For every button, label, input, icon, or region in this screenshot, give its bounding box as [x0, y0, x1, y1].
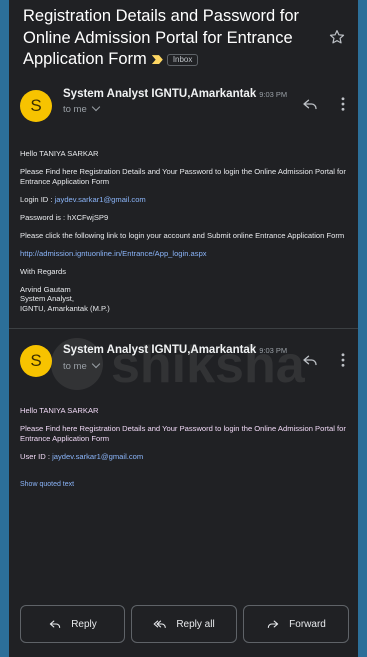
- email-subject: Registration Details and Password for On…: [23, 6, 323, 71]
- sender-row: System Analyst IGNTU,Amarkantak 9:03 PM: [63, 88, 287, 100]
- reply-all-icon: [153, 620, 167, 629]
- user-id-line: User ID : jaydev.sarkar1@gmail.com: [20, 452, 350, 462]
- recipient-text: to me: [63, 361, 87, 372]
- inbox-label[interactable]: Inbox: [166, 53, 199, 66]
- recipient-text: to me: [63, 104, 87, 115]
- intro-text: Please Find here Registration Details an…: [20, 167, 346, 186]
- forward-label: Forward: [289, 618, 326, 630]
- sender-row: System Analyst IGNTU,Amarkantak 9:03 PM: [63, 344, 287, 356]
- sender-name[interactable]: System Analyst IGNTU,Amarkantak: [63, 344, 256, 356]
- signature: Arvind Gautam System Analyst, IGNTU, Ama…: [20, 285, 350, 314]
- login-id-label: Login ID :: [20, 194, 55, 204]
- message-body: Hello TANIYA SARKAR Please Find here Reg…: [20, 406, 350, 470]
- message-time: 9:03 PM: [259, 90, 288, 99]
- instruction-text: Please click the following link to login…: [20, 230, 345, 240]
- login-id-email-link[interactable]: jaydev.sarkar1@gmail.com: [55, 195, 146, 204]
- avatar[interactable]: S: [20, 90, 52, 122]
- portal-link[interactable]: http://admission.igntuonline.in/Entrance…: [20, 249, 207, 258]
- sender-name[interactable]: System Analyst IGNTU,Amarkantak: [63, 88, 256, 100]
- action-bar: Reply Reply all Forward: [20, 605, 349, 643]
- email-screen: Registration Details and Password for On…: [9, 0, 358, 657]
- message-body: Hello TANIYA SARKAR Please Find here Reg…: [20, 149, 350, 313]
- greeting: Hello TANIYA SARKAR: [20, 406, 99, 415]
- signature-org: IGNTU, Amarkantak (M.P.): [20, 303, 110, 313]
- chevron-down-icon: [91, 102, 101, 112]
- user-id-email-link[interactable]: jaydev.sarkar1@gmail.com: [52, 452, 143, 461]
- star-icon[interactable]: [328, 28, 346, 46]
- important-marker-icon[interactable]: [151, 55, 163, 65]
- more-vert-icon[interactable]: [334, 95, 352, 113]
- avatar[interactable]: S: [20, 345, 52, 377]
- reply-icon[interactable]: [301, 95, 319, 113]
- forward-button[interactable]: Forward: [243, 605, 349, 643]
- forward-icon: [267, 620, 279, 629]
- recipient-toggle[interactable]: to me: [63, 102, 101, 115]
- signature-title: System Analyst,: [20, 294, 75, 303]
- reply-label: Reply: [71, 618, 97, 630]
- intro-text: Please Find here Registration Details an…: [20, 424, 346, 443]
- reply-icon: [50, 620, 61, 629]
- reply-all-label: Reply all: [176, 618, 215, 630]
- reply-button[interactable]: Reply: [20, 605, 125, 643]
- regards: With Regards: [20, 266, 67, 276]
- message-time: 9:03 PM: [259, 346, 288, 355]
- show-quoted-text-link[interactable]: Show quoted text: [20, 481, 74, 488]
- recipient-toggle[interactable]: to me: [63, 359, 101, 372]
- password-line: Password is : hXCFwjSP9: [20, 212, 109, 222]
- login-id-line: Login ID : jaydev.sarkar1@gmail.com: [20, 195, 350, 205]
- user-id-label: User ID :: [20, 451, 53, 461]
- greeting: Hello TANIYA SARKAR: [20, 149, 99, 158]
- reply-icon[interactable]: [301, 351, 319, 369]
- chevron-down-icon: [91, 359, 101, 369]
- reply-all-button[interactable]: Reply all: [131, 605, 237, 643]
- more-vert-icon[interactable]: [334, 351, 352, 369]
- signature-name: Arvind Gautam: [20, 284, 71, 294]
